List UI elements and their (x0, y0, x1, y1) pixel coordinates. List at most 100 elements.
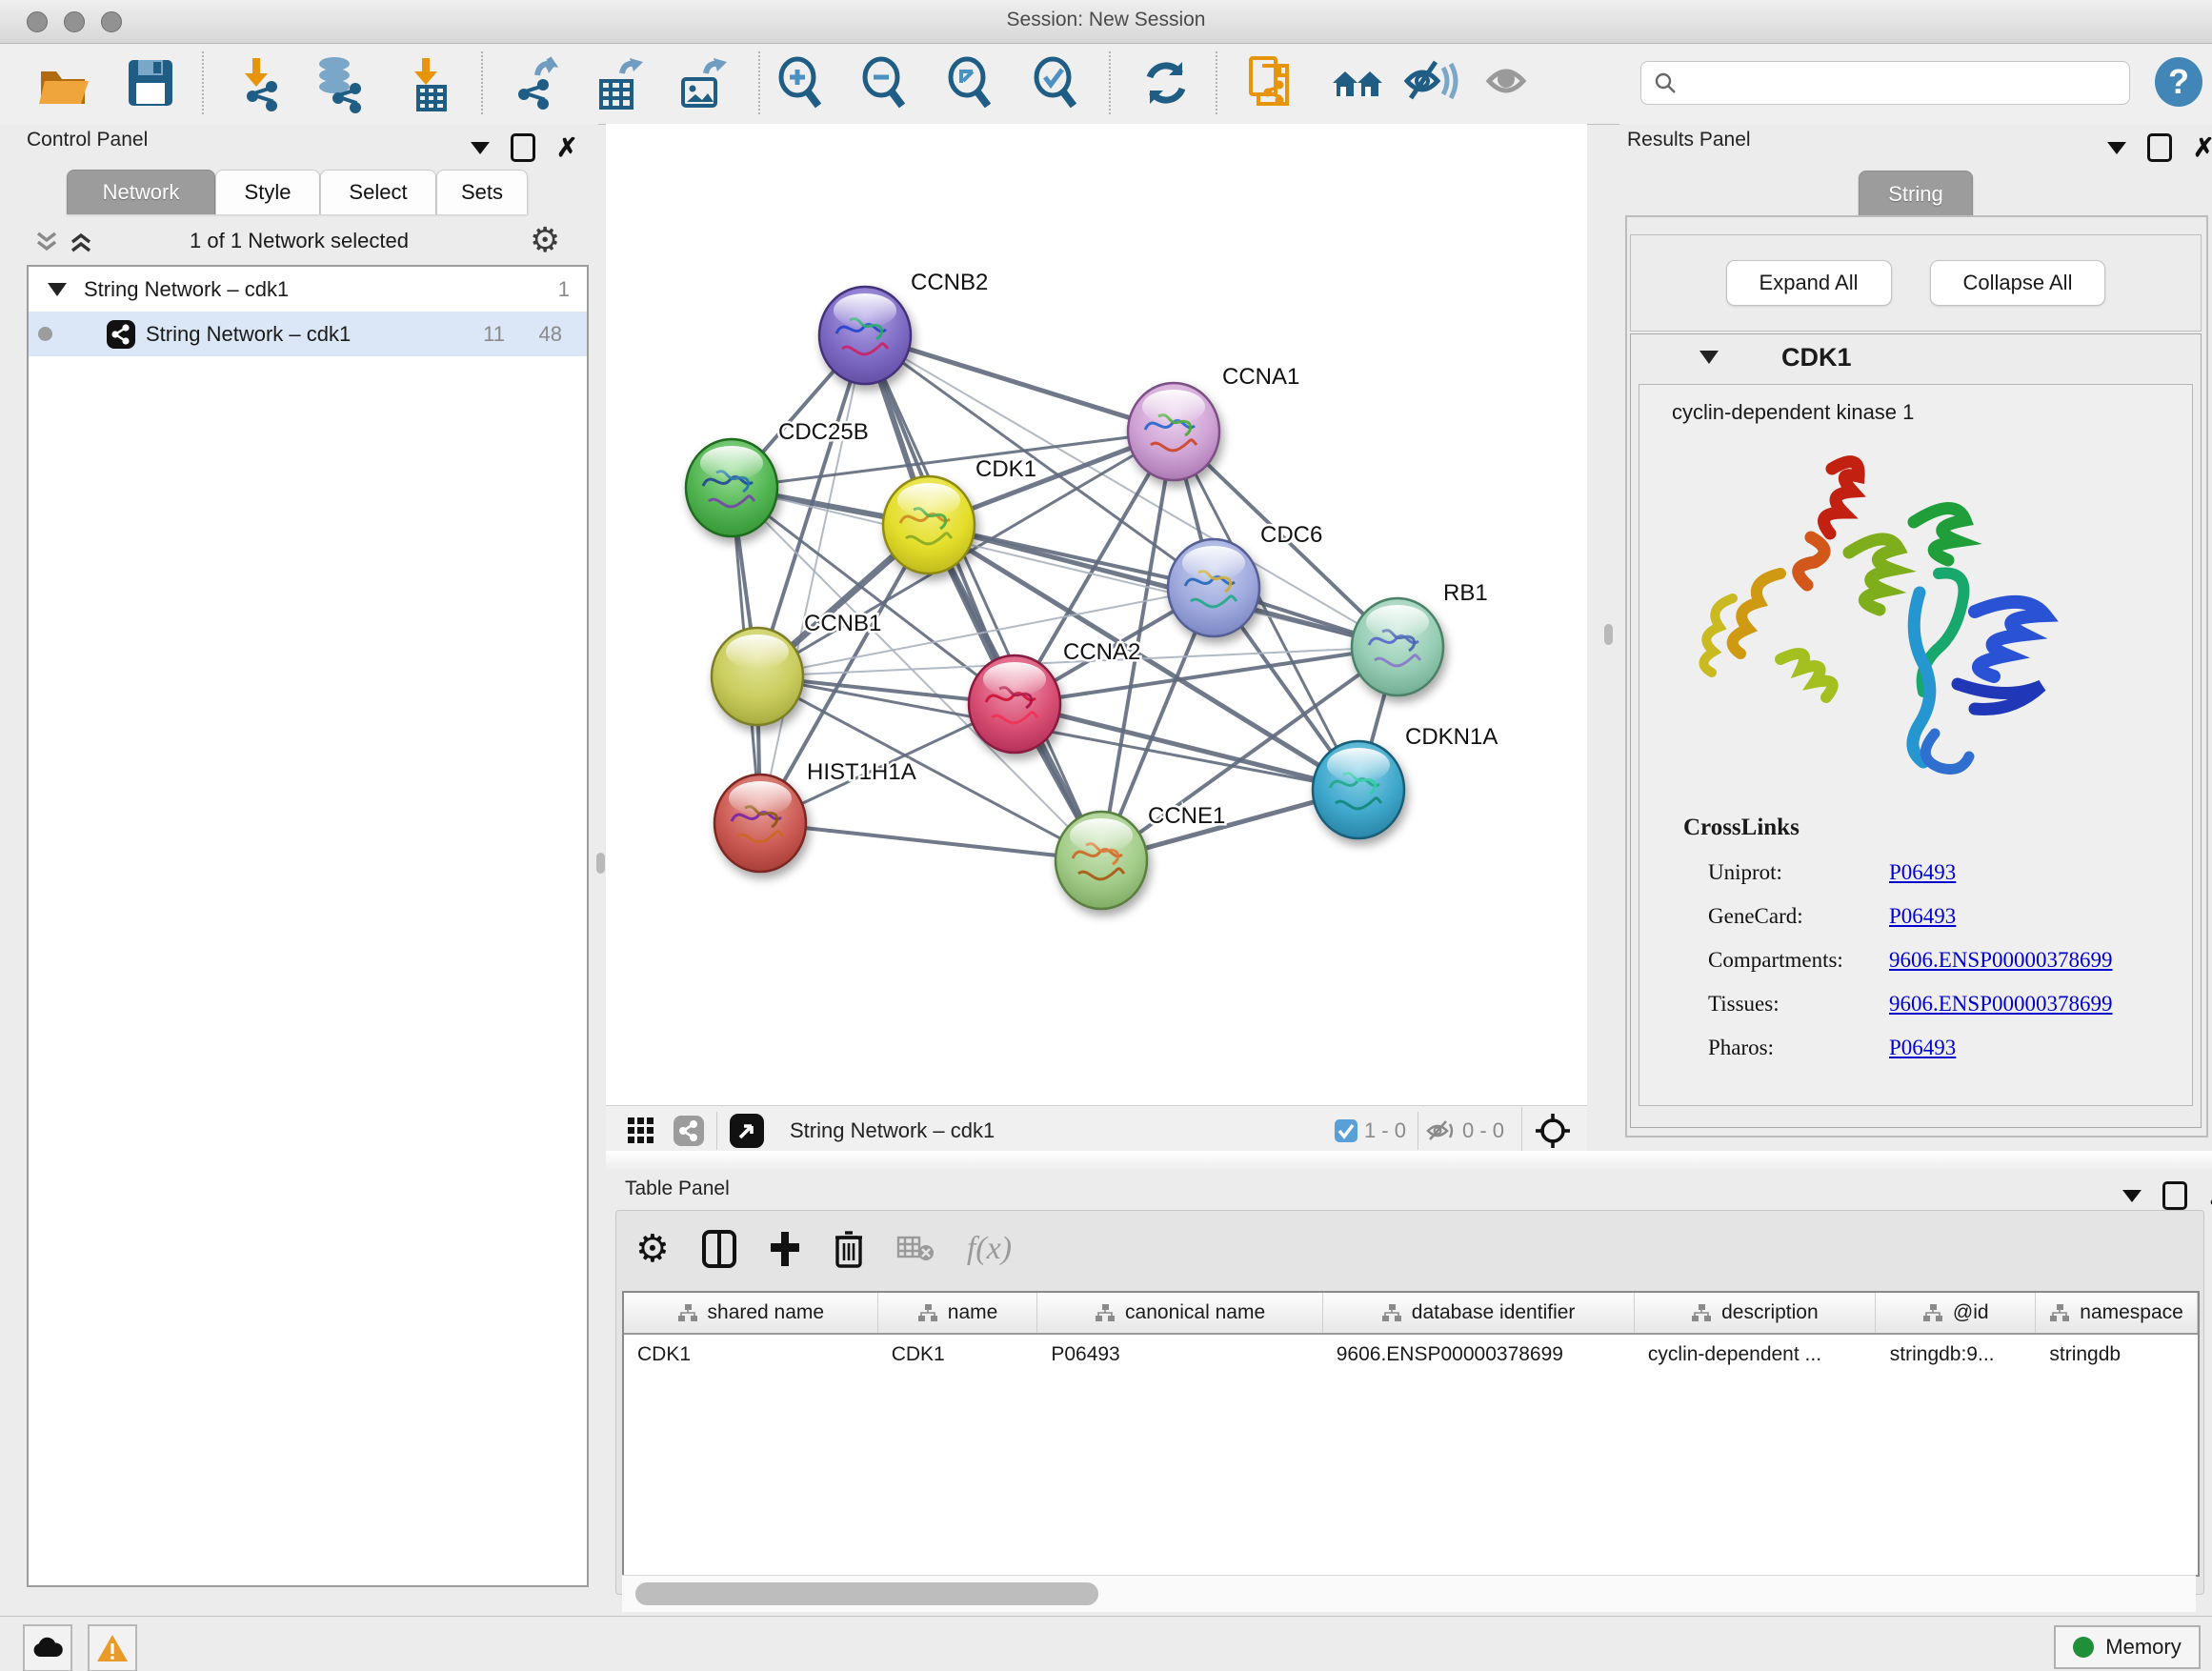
column-header-description[interactable]: description (1635, 1293, 1877, 1333)
network-view-icon[interactable] (673, 1115, 705, 1147)
edge-HIST1H1A-CCNE1[interactable] (760, 823, 1101, 860)
delete-column-icon[interactable] (834, 1230, 864, 1268)
table-panel-title: Table Panel (625, 1178, 730, 1200)
node-CCNA2[interactable] (969, 655, 1060, 753)
node-CDC25B[interactable] (686, 439, 777, 536)
node-CCNB2[interactable] (819, 287, 911, 384)
column-header-namespace[interactable]: namespace (2036, 1293, 2198, 1333)
node-CDK1[interactable] (883, 476, 975, 574)
selected-nodes-checkbox-icon[interactable] (1334, 1118, 1358, 1143)
network-canvas[interactable]: CCNB2CCNA1CDC25BCDK1CDC6RB1CCNB1CCNA2CDK… (606, 124, 1587, 1105)
tab-select[interactable]: Select (320, 170, 436, 214)
panel-menu-icon[interactable] (471, 142, 490, 154)
network-options-gear-icon[interactable]: ⚙ (530, 223, 560, 257)
table-cell[interactable]: 9606.ENSP00000378699 (1323, 1335, 1635, 1375)
column-header-name[interactable]: name (878, 1293, 1038, 1333)
close-panel-icon[interactable]: ✗ (556, 135, 578, 161)
delete-table-icon (896, 1234, 935, 1264)
zoom-fit-icon[interactable] (939, 53, 1000, 114)
tab-style[interactable]: Style (215, 170, 320, 214)
table-cell[interactable]: stringdb:9... (1877, 1335, 2037, 1375)
export-image-icon[interactable] (673, 53, 734, 114)
birds-eye-view-icon[interactable] (729, 1113, 765, 1149)
table-close-panel-icon[interactable]: ✗ (2208, 1183, 2212, 1209)
crosslink-link[interactable]: P06493 (1889, 860, 1956, 885)
node-CCNE1[interactable] (1056, 812, 1147, 909)
table-cell[interactable]: CDK1 (624, 1335, 878, 1375)
column-header--id[interactable]: @id (1876, 1293, 2036, 1333)
add-column-icon[interactable] (769, 1230, 801, 1268)
node-CDC6[interactable] (1168, 539, 1259, 636)
import-network-database-icon[interactable] (309, 53, 370, 114)
table-settings-icon[interactable]: ⚙ (635, 1230, 670, 1268)
tab-sets[interactable]: Sets (436, 170, 528, 214)
crosslink-row: Pharos: P06493 (1708, 1036, 2192, 1060)
search-field[interactable] (1640, 61, 2130, 105)
zoom-in-icon[interactable] (770, 53, 831, 114)
column-header-database-identifier[interactable]: database identifier (1323, 1293, 1635, 1333)
table-cell[interactable]: cyclin-dependent ... (1635, 1335, 1877, 1375)
float-panel-icon[interactable] (511, 133, 535, 162)
window-title: Session: New Session (0, 9, 2212, 31)
network-collection-row[interactable]: String Network – cdk1 1 (29, 267, 587, 312)
results-close-panel-icon[interactable]: ✗ (2193, 135, 2212, 161)
show-all-icon[interactable] (1482, 53, 1543, 114)
hidden-elements-icon[interactable] (1424, 1118, 1457, 1143)
table-cell[interactable]: stringdb (2036, 1335, 2198, 1375)
node-table[interactable]: shared name name canonical name database… (622, 1291, 2200, 1577)
gene-collapse-icon[interactable] (1699, 351, 1719, 364)
crosslink-link[interactable]: 9606.ENSP00000378699 (1889, 992, 2113, 1017)
node-label-CDK1: CDK1 (975, 456, 1036, 482)
edge-CCNB2-CCNA1[interactable] (865, 335, 1174, 432)
open-session-icon[interactable] (34, 53, 95, 114)
table-cell[interactable]: P06493 (1037, 1335, 1322, 1375)
collapse-all-button[interactable]: Collapse All (1930, 260, 2106, 306)
save-session-icon[interactable] (120, 53, 181, 114)
column-header-canonical-name[interactable]: canonical name (1037, 1293, 1322, 1333)
crosslink-link[interactable]: P06493 (1889, 1036, 1956, 1060)
tab-string[interactable]: String (1859, 171, 1972, 216)
show-columns-icon[interactable] (702, 1230, 736, 1268)
node-CDKN1A[interactable] (1313, 741, 1404, 838)
collection-name: String Network – cdk1 (84, 277, 289, 302)
node-CCNA1[interactable] (1128, 383, 1219, 480)
crosslink-link[interactable]: 9606.ENSP00000378699 (1889, 948, 2113, 973)
network-from-selection-icon[interactable] (1242, 53, 1303, 114)
export-network-icon[interactable] (508, 53, 569, 114)
help-button[interactable]: ? (2155, 57, 2202, 107)
apply-layout-icon[interactable] (1136, 53, 1196, 114)
right-splitter-handle[interactable] (1604, 624, 1613, 645)
grid-view-icon[interactable] (627, 1117, 655, 1145)
import-table-file-icon[interactable] (396, 53, 457, 114)
node-RB1[interactable] (1352, 598, 1443, 695)
first-neighbors-icon[interactable] (1328, 53, 1389, 114)
export-table-icon[interactable] (589, 53, 650, 114)
cloud-status-button[interactable] (23, 1624, 72, 1671)
node-HIST1H1A[interactable] (714, 775, 806, 872)
table-horizontal-scrollbar[interactable] (622, 1575, 2196, 1612)
results-panel-menu-icon[interactable] (2107, 142, 2126, 154)
zoom-selected-icon[interactable] (1025, 53, 1086, 114)
table-cell[interactable]: CDK1 (878, 1335, 1038, 1375)
table-panel-menu-icon[interactable] (2122, 1190, 2142, 1202)
crosslink-link[interactable]: P06493 (1889, 904, 1956, 929)
memory-button[interactable]: Memory (2054, 1625, 2201, 1669)
tab-network[interactable]: Network (67, 170, 215, 214)
zoom-out-icon[interactable] (854, 53, 915, 114)
node-CCNB1[interactable] (712, 628, 803, 725)
expand-all-button[interactable]: Expand All (1726, 260, 1892, 306)
search-input[interactable] (1678, 71, 2101, 95)
gene-card: CDK1 cyclin-dependent kinase 1 (1630, 333, 2202, 1128)
table-row[interactable]: CDK1CDK1P064939606.ENSP00000378699cyclin… (624, 1335, 2198, 1375)
network-row[interactable]: String Network – cdk1 11 48 (29, 312, 587, 356)
results-float-panel-icon[interactable] (2147, 133, 2172, 162)
column-header-shared-name[interactable]: shared name (624, 1293, 878, 1333)
table-float-panel-icon[interactable] (2162, 1181, 2187, 1210)
collection-expander-icon[interactable] (48, 283, 67, 296)
hide-selected-icon[interactable] (1400, 53, 1461, 114)
warning-button[interactable] (88, 1624, 137, 1671)
scrollbar-thumb[interactable] (635, 1582, 1098, 1605)
left-splitter-handle[interactable] (596, 853, 605, 874)
import-network-file-icon[interactable] (229, 53, 290, 114)
fit-selected-crosshair-icon[interactable] (1534, 1112, 1572, 1150)
